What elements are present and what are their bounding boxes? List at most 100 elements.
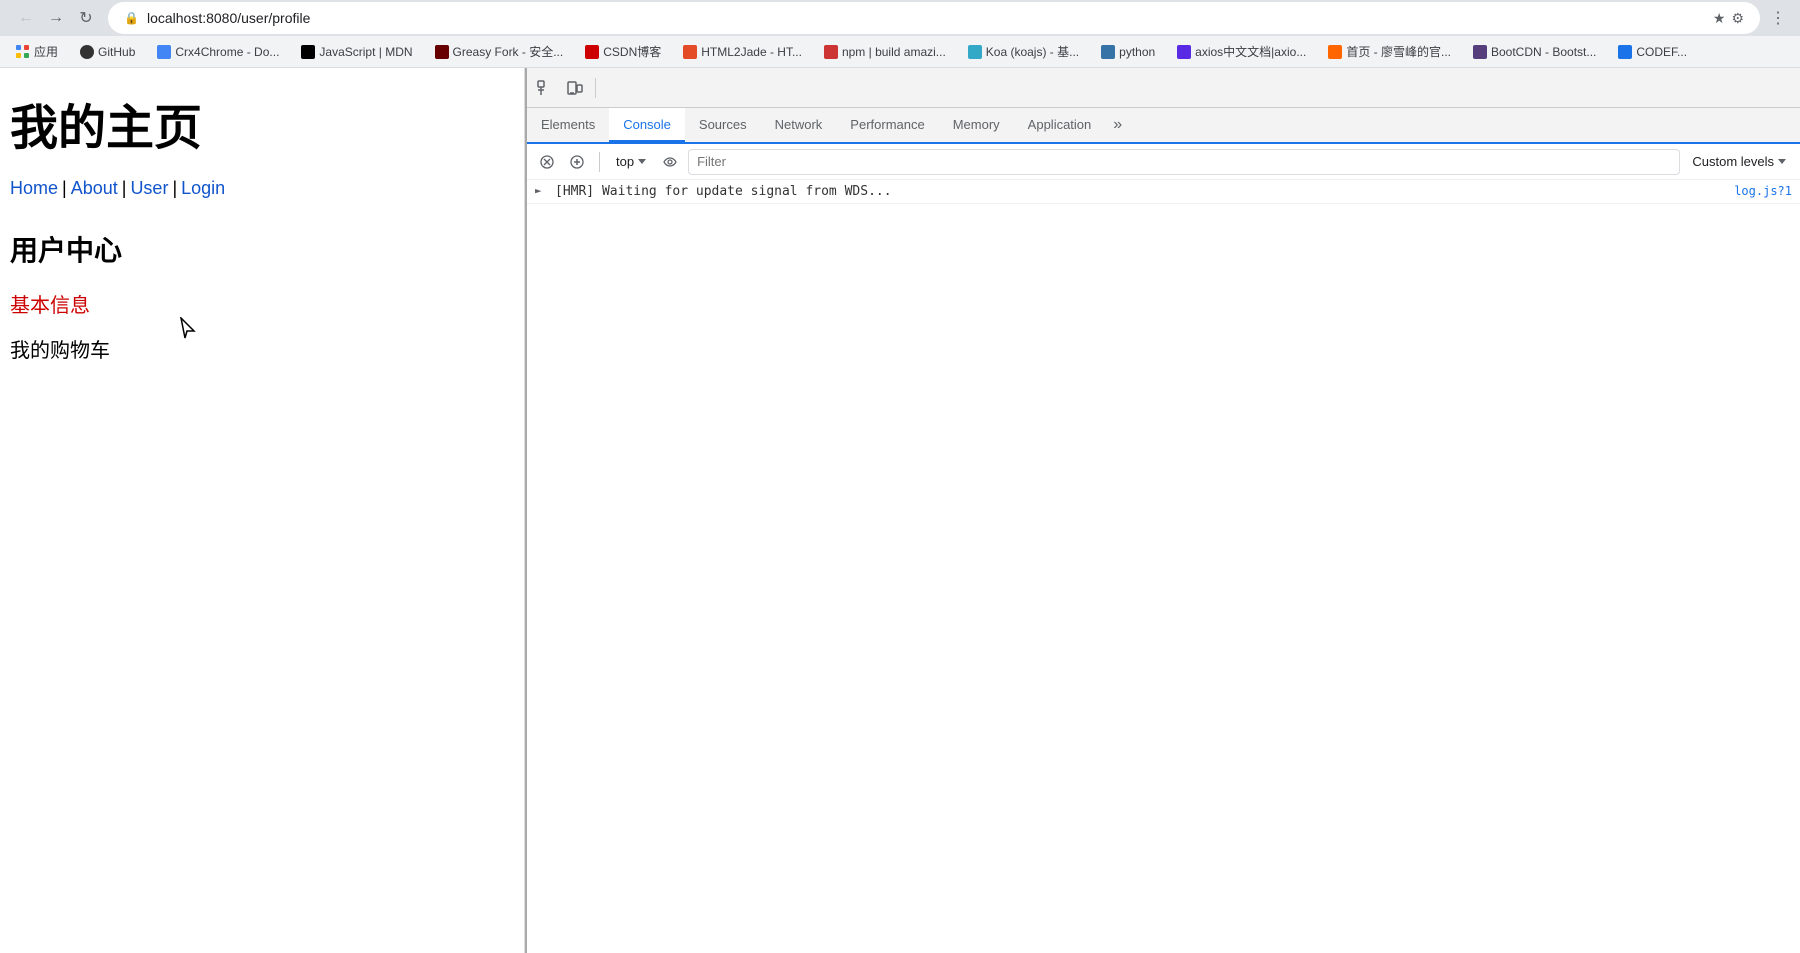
bookmark-codef[interactable]: CODEF... [1610,43,1695,61]
apps-icon [16,45,30,59]
eye-button[interactable] [658,150,682,174]
more-menu-button[interactable]: ⋮ [1764,4,1792,32]
koa-icon [968,45,982,59]
reload-button[interactable]: ↻ [72,4,100,32]
csdn-icon [585,45,599,59]
lock-icon: 🔒 [124,11,139,25]
main-area: 我的主页 Home | About | User | Login 用户中心 基本… [0,68,1800,953]
tab-memory[interactable]: Memory [939,108,1014,142]
devtools-toolbar [527,68,1800,108]
more-tabs-button[interactable]: » [1105,108,1130,142]
bookmark-axios[interactable]: axios中文文档|axio... [1169,41,1314,62]
nav-sep-2: | [122,178,127,199]
tab-performance[interactable]: Performance [836,108,938,142]
bookmark-html2jade-label: HTML2Jade - HT... [701,45,802,59]
crx-icon [157,45,171,59]
github-icon [80,45,94,59]
console-toolbar: top Custom levels [527,144,1800,180]
devtools-tabs: Elements Console Sources Network Perform… [527,108,1800,144]
bookmark-bootcdn-label: BootCDN - Bootst... [1491,45,1596,59]
eye-icon [663,157,677,167]
context-dropdown-icon [638,159,646,164]
mdn-icon [301,45,315,59]
bookmark-greasy[interactable]: Greasy Fork - 安全... [427,41,572,62]
stop-recording-button[interactable] [565,150,589,174]
bookmark-crx-label: Crx4Chrome - Do... [175,45,279,59]
bookmark-csdn[interactable]: CSDN博客 [577,41,669,62]
star-icon[interactable]: ★ [1713,10,1726,27]
tab-bar: ← → ↻ 🔒 localhost:8080/user/profile ★ ⚙ … [0,0,1800,36]
url-text: localhost:8080/user/profile [147,10,1705,26]
console-source-link[interactable]: log.js?1 [1734,184,1792,198]
nav-sep-1: | [62,178,67,199]
lxf-icon [1328,45,1342,59]
nav-about[interactable]: About [71,178,118,199]
browser-chrome: ← → ↻ 🔒 localhost:8080/user/profile ★ ⚙ … [0,0,1800,68]
bookmark-python-label: python [1119,45,1155,59]
bookmark-npm[interactable]: npm | build amazi... [816,43,954,61]
bookmark-lxf-label: 首页 - 廖雪峰的官... [1346,43,1451,60]
bookmark-csdn-label: CSDN博客 [603,43,661,60]
sidebar-link-cart[interactable]: 我的购物车 [10,334,514,363]
tab-application[interactable]: Application [1014,108,1106,142]
webpage: 我的主页 Home | About | User | Login 用户中心 基本… [0,68,525,953]
bootcdn-icon [1473,45,1487,59]
cursor-inspect-icon [537,80,553,96]
clear-console-button[interactable] [535,150,559,174]
bookmark-github[interactable]: GitHub [72,43,143,61]
address-icons: ★ ⚙ [1713,10,1744,27]
python-icon [1101,45,1115,59]
context-label: top [616,154,634,169]
tab-network[interactable]: Network [761,108,837,142]
back-button[interactable]: ← [12,4,40,32]
nav-home[interactable]: Home [10,178,58,199]
bookmarks-bar: 应用 GitHub Crx4Chrome - Do... JavaScript … [0,36,1800,68]
levels-dropdown-icon [1778,159,1786,164]
console-message-row: ► [HMR] Waiting for update signal from W… [527,180,1800,204]
bookmark-apps[interactable]: 应用 [8,41,66,62]
toolbar-divider [595,78,596,98]
nav-sep-3: | [172,178,177,199]
device-icon [567,80,583,96]
tab-elements[interactable]: Elements [527,108,609,142]
log-levels-button[interactable]: Custom levels [1686,152,1792,171]
tab-console[interactable]: Console [609,108,685,142]
bookmark-koa[interactable]: Koa (koajs) - 基... [960,41,1087,62]
address-bar[interactable]: 🔒 localhost:8080/user/profile ★ ⚙ [108,2,1760,34]
bookmark-npm-label: npm | build amazi... [842,45,946,59]
axios-icon [1177,45,1191,59]
bookmark-greasy-label: Greasy Fork - 安全... [453,43,564,60]
bookmark-bootcdn[interactable]: BootCDN - Bootst... [1465,43,1604,61]
console-message-text: [HMR] Waiting for update signal from WDS… [555,184,1726,199]
devtools-panel: Elements Console Sources Network Perform… [525,68,1800,953]
context-selector[interactable]: top [610,152,652,171]
bookmark-apps-label: 应用 [34,43,58,60]
nav-login[interactable]: Login [181,178,225,199]
bookmark-lxf[interactable]: 首页 - 廖雪峰的官... [1320,41,1459,62]
greasy-icon [435,45,449,59]
nav-links: Home | About | User | Login [10,178,514,199]
bookmark-github-label: GitHub [98,45,135,59]
bookmark-mdn[interactable]: JavaScript | MDN [293,43,420,61]
bookmark-crx[interactable]: Crx4Chrome - Do... [149,43,287,61]
record-icon [570,155,584,169]
sidebar-links: 基本信息 我的购物车 ​ [10,289,514,363]
console-output: ► [HMR] Waiting for update signal from W… [527,180,1800,953]
bookmark-python[interactable]: python [1093,43,1163,61]
nav-user[interactable]: User [130,178,168,199]
sidebar-link-basic-info[interactable]: 基本信息 [10,289,514,318]
npm-icon [824,45,838,59]
bookmark-mdn-label: JavaScript | MDN [319,45,412,59]
tab-sources[interactable]: Sources [685,108,761,142]
page-title: 我的主页 [10,88,514,158]
bookmark-html2jade[interactable]: HTML2Jade - HT... [675,43,810,61]
expand-icon[interactable]: ► [535,184,547,197]
console-toolbar-divider [599,152,600,172]
forward-button[interactable]: → [42,4,70,32]
inspect-element-button[interactable] [531,74,559,102]
extensions-icon[interactable]: ⚙ [1731,10,1744,27]
levels-label: Custom levels [1692,154,1774,169]
console-filter-input[interactable] [688,149,1680,175]
html2jade-icon [683,45,697,59]
device-toolbar-button[interactable] [561,74,589,102]
